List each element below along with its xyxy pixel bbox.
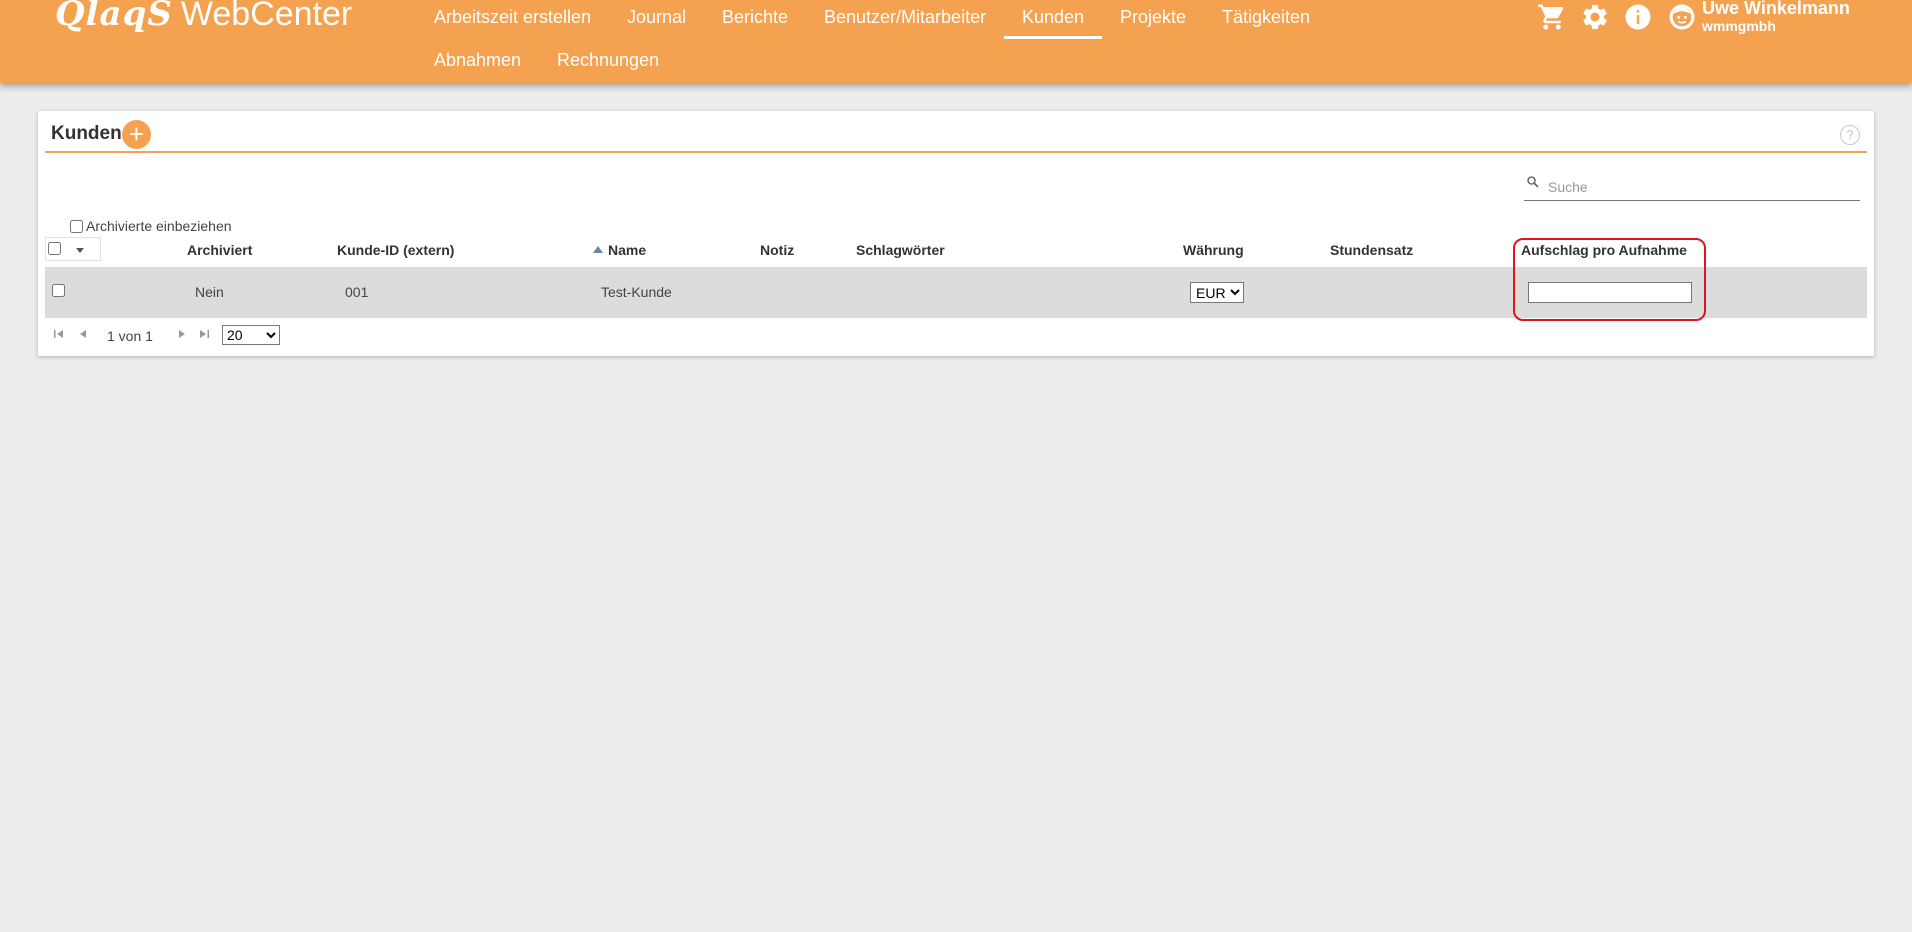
user-organization: wmmgmbh <box>1702 18 1776 34</box>
pagination: 1 von 1 20 <box>45 323 445 347</box>
select-all-checkbox[interactable] <box>48 242 61 255</box>
info-icon[interactable] <box>1623 2 1653 32</box>
nav-item-abnahmen[interactable]: Abnahmen <box>434 49 521 71</box>
column-header-aufschlag[interactable]: Aufschlag pro Aufnahme <box>1521 242 1687 258</box>
nav-item-projekte[interactable]: Projekte <box>1120 6 1186 28</box>
include-archived-checkbox[interactable] <box>70 220 83 233</box>
nav-item-arbeitszeit-erstellen[interactable]: Arbeitszeit erstellen <box>434 6 591 28</box>
top-navigation-bar: QlaqS WebCenter Arbeitszeit erstellen Jou… <box>0 0 1912 83</box>
nav-item-kunden[interactable]: Kunden <box>1003 6 1103 39</box>
table-row[interactable]: Nein 001 Test-Kunde EUR <box>45 267 1867 318</box>
table-header: Archiviert Kunde-ID (extern) Name Notiz … <box>45 236 1867 263</box>
nav-item-taetigkeiten[interactable]: Tätigkeiten <box>1222 6 1310 28</box>
customers-panel: Kunden + ? Archivierte einbeziehen Archi… <box>38 111 1874 356</box>
search-field <box>1524 171 1860 201</box>
app-logo[interactable]: QlaqS WebCenter <box>55 0 352 34</box>
include-archived-filter[interactable]: Archivierte einbeziehen <box>70 218 232 234</box>
user-name[interactable]: Uwe Winkelmann <box>1702 0 1850 18</box>
row-checkbox[interactable] <box>52 284 65 297</box>
next-page-icon[interactable] <box>175 327 189 341</box>
nav-item-berichte[interactable]: Berichte <box>722 6 788 28</box>
column-header-notiz[interactable]: Notiz <box>760 242 794 258</box>
sort-ascending-icon <box>593 246 603 253</box>
page-title: Kunden <box>51 123 122 144</box>
user-avatar-icon[interactable] <box>1667 2 1697 32</box>
previous-page-icon[interactable] <box>76 327 90 341</box>
title-divider <box>45 151 1867 153</box>
currency-select[interactable]: EUR <box>1190 282 1244 303</box>
page-indicator: 1 von 1 <box>107 328 153 344</box>
search-icon <box>1527 176 1539 188</box>
page-size-select[interactable]: 20 <box>222 325 280 345</box>
include-archived-label: Archivierte einbeziehen <box>86 218 232 234</box>
column-header-schlagwoerter[interactable]: Schlagwörter <box>856 242 945 258</box>
cell-archiviert: Nein <box>195 284 224 300</box>
column-header-name[interactable]: Name <box>593 242 646 258</box>
column-header-kunde-id[interactable]: Kunde-ID (extern) <box>337 242 454 258</box>
cell-name: Test-Kunde <box>601 284 672 300</box>
logo-product: WebCenter <box>180 0 353 33</box>
help-icon[interactable]: ? <box>1840 125 1860 145</box>
cart-icon[interactable] <box>1537 2 1567 32</box>
add-customer-button[interactable]: + <box>122 120 151 149</box>
markup-per-recording-input[interactable] <box>1528 282 1692 303</box>
last-page-icon[interactable] <box>197 327 211 341</box>
column-header-archiviert[interactable]: Archiviert <box>187 242 252 258</box>
nav-item-benutzer-mitarbeiter[interactable]: Benutzer/Mitarbeiter <box>824 6 986 28</box>
nav-item-journal[interactable]: Journal <box>627 6 686 28</box>
gear-icon[interactable] <box>1580 2 1610 32</box>
chevron-down-icon[interactable] <box>76 248 84 253</box>
column-header-stundensatz[interactable]: Stundensatz <box>1330 242 1413 258</box>
search-input[interactable] <box>1546 176 1852 198</box>
select-all-control[interactable] <box>45 237 101 261</box>
column-header-waehrung[interactable]: Währung <box>1183 242 1244 258</box>
first-page-icon[interactable] <box>52 327 66 341</box>
logo-brand: QlaqS <box>55 0 173 34</box>
nav-item-rechnungen[interactable]: Rechnungen <box>557 49 659 71</box>
column-header-name-label: Name <box>608 242 647 258</box>
cell-kunde-id: 001 <box>345 284 369 300</box>
